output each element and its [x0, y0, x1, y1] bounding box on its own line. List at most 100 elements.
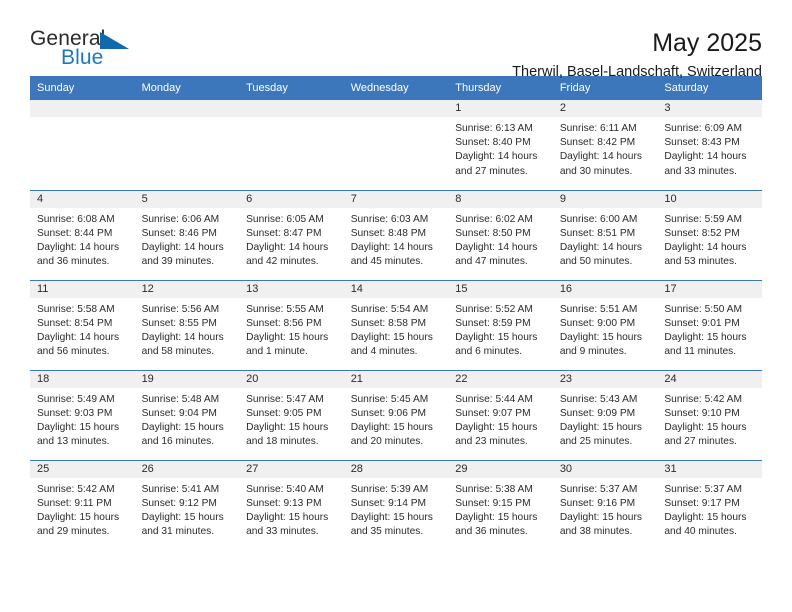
calendar-day-cell[interactable]: 9 Sunrise: 6:00 AM Sunset: 8:51 PM Daylight… [552, 189, 658, 280]
general-blue-logo[interactable]: General Blue [30, 28, 150, 74]
day-daylight1-text: Daylight: 15 hours [350, 331, 433, 343]
calendar-week-row: 11 Sunrise: 5:58 AM Sunset: 8:54 PM Dayligh… [30, 279, 762, 370]
day-daylight2-text: and 58 minutes. [141, 346, 215, 358]
calendar-day-cell[interactable]: 5 Sunrise: 6:06 AM Sunset: 8:46 PM Daylight… [134, 189, 240, 280]
weekday-header-sunday: Sunday [30, 76, 135, 100]
day-sunrise-text: Sunrise: 5:51 AM [559, 303, 638, 315]
calendar-day-cell[interactable]: 26 Sunrise: 5:41 AM Sunset: 9:12 PM Dayligh… [134, 459, 240, 550]
day-daylight1-text: Daylight: 15 hours [350, 511, 433, 523]
calendar-day-cell[interactable]: 30 Sunrise: 5:37 AM Sunset: 9:16 PM Dayligh… [552, 459, 658, 550]
day-daylight1-text: Daylight: 15 hours [37, 421, 120, 433]
day-number: 24 [657, 370, 762, 388]
day-number: 22 [448, 370, 553, 388]
day-sun-info: Sunrise: 6:06 AM Sunset: 8:46 PM Daylight:… [135, 208, 240, 270]
calendar-day-cell[interactable]: 2 Sunrise: 6:11 AM Sunset: 8:42 PM Daylight… [552, 100, 658, 190]
day-sun-info: Sunrise: 5:50 AM Sunset: 9:01 PM Daylight:… [657, 298, 762, 360]
calendar-day-cell[interactable]: 17 Sunrise: 5:50 AM Sunset: 9:01 PM Dayligh… [657, 279, 762, 370]
day-daylight1-text: Daylight: 15 hours [37, 511, 120, 523]
day-daylight1-text: Daylight: 15 hours [664, 421, 747, 433]
day-number: 9 [552, 190, 658, 208]
location-subtitle: Therwil, Basel-Landschaft, Switzerland [512, 64, 762, 81]
calendar-day-cell[interactable]: 13 Sunrise: 5:55 AM Sunset: 8:56 PM Dayligh… [239, 279, 344, 370]
day-sunrise-text: Sunrise: 5:49 AM [37, 393, 115, 405]
day-sunset-text: Sunset: 8:50 PM [455, 227, 531, 239]
day-daylight2-text: and 33 minutes. [664, 165, 737, 177]
day-sun-info: Sunrise: 5:41 AM Sunset: 9:12 PM Daylight:… [135, 478, 240, 540]
calendar-day-cell[interactable]: 4 Sunrise: 6:08 AM Sunset: 8:44 PM Daylight… [30, 189, 135, 280]
day-daylight2-text: and 27 minutes. [664, 436, 737, 448]
calendar-day-cell[interactable]: 31 Sunrise: 5:37 AM Sunset: 9:17 PM Dayligh… [657, 459, 762, 550]
day-daylight2-text: and 1 minute. [246, 346, 308, 358]
day-sunrise-text: Sunrise: 6:03 AM [350, 213, 429, 225]
calendar-day-cell[interactable]: 15 Sunrise: 5:52 AM Sunset: 8:59 PM Dayligh… [448, 279, 553, 370]
day-sunrise-text: Sunrise: 6:13 AM [455, 123, 533, 134]
calendar-day-cell[interactable]: 25 Sunrise: 5:42 AM Sunset: 9:11 PM Dayligh… [30, 459, 135, 550]
day-number [134, 100, 240, 117]
calendar-day-cell[interactable]: 11 Sunrise: 5:58 AM Sunset: 8:54 PM Dayligh… [30, 279, 135, 370]
calendar-day-cell[interactable]: 23 Sunrise: 5:43 AM Sunset: 9:09 PM Dayligh… [552, 369, 658, 460]
day-daylight1-text: Daylight: 14 hours [455, 241, 538, 253]
day-daylight2-text: and 29 minutes. [37, 526, 110, 538]
day-sunset-text: Sunset: 8:52 PM [664, 227, 740, 239]
day-sunrise-text: Sunrise: 5:44 AM [455, 393, 533, 405]
calendar-day-cell[interactable]: 24 Sunrise: 5:42 AM Sunset: 9:10 PM Dayligh… [657, 369, 762, 460]
day-daylight1-text: Daylight: 14 hours [37, 241, 120, 253]
day-sun-info: Sunrise: 6:03 AM Sunset: 8:48 PM Daylight:… [344, 208, 449, 270]
day-daylight2-text: and 45 minutes. [350, 256, 424, 268]
day-sunset-text: Sunset: 8:44 PM [37, 227, 113, 239]
calendar-day-cell[interactable]: 16 Sunrise: 5:51 AM Sunset: 9:00 PM Dayligh… [552, 279, 658, 370]
calendar-day-cell[interactable]: 22 Sunrise: 5:44 AM Sunset: 9:07 PM Dayligh… [448, 369, 553, 460]
calendar-day-cell[interactable]: 29 Sunrise: 5:38 AM Sunset: 9:15 PM Dayligh… [448, 459, 553, 550]
day-number: 21 [343, 370, 449, 388]
day-number: 11 [30, 280, 135, 298]
calendar-day-cell[interactable]: 3 Sunrise: 6:09 AM Sunset: 8:43 PM Daylight… [657, 100, 762, 190]
day-number: 10 [657, 190, 762, 208]
calendar-day-cell[interactable]: 10 Sunrise: 5:59 AM Sunset: 8:52 PM Dayligh… [657, 189, 762, 280]
calendar-day-cell[interactable]: 27 Sunrise: 5:40 AM Sunset: 9:13 PM Dayligh… [239, 459, 344, 550]
day-daylight1-text: Daylight: 15 hours [455, 421, 538, 433]
day-sun-info: Sunrise: 6:08 AM Sunset: 8:44 PM Daylight:… [30, 208, 135, 270]
day-sun-info: Sunrise: 5:44 AM Sunset: 9:07 PM Daylight:… [448, 388, 553, 450]
day-sunrise-text: Sunrise: 5:52 AM [455, 303, 533, 315]
day-daylight2-text: and 27 minutes. [455, 165, 528, 177]
calendar-day-cell[interactable]: 12 Sunrise: 5:56 AM Sunset: 8:55 PM Dayligh… [134, 279, 240, 370]
day-daylight2-text: and 20 minutes. [350, 436, 424, 448]
day-sunrise-text: Sunrise: 5:59 AM [664, 213, 742, 225]
day-sunrise-text: Sunrise: 5:37 AM [559, 483, 638, 495]
day-number: 1 [448, 100, 553, 117]
day-sunrise-text: Sunrise: 5:47 AM [246, 393, 324, 405]
day-sun-info: Sunrise: 5:59 AM Sunset: 8:52 PM Daylight:… [657, 208, 762, 270]
day-daylight1-text: Daylight: 14 hours [455, 151, 538, 163]
day-sunrise-text: Sunrise: 5:40 AM [246, 483, 324, 495]
day-number: 16 [552, 280, 658, 298]
day-number: 29 [448, 460, 553, 478]
day-number: 28 [343, 460, 449, 478]
day-sunset-text: Sunset: 8:48 PM [350, 227, 427, 239]
weekday-header-monday: Monday [134, 76, 240, 100]
calendar-day-cell[interactable]: 20 Sunrise: 5:47 AM Sunset: 9:05 PM Dayligh… [239, 369, 344, 460]
day-sunrise-text: Sunrise: 6:00 AM [559, 213, 638, 225]
day-sunrise-text: Sunrise: 5:39 AM [350, 483, 429, 495]
day-daylight1-text: Daylight: 14 hours [246, 241, 329, 253]
calendar-day-cell[interactable]: 1 Sunrise: 6:13 AM Sunset: 8:40 PM Daylight… [448, 100, 553, 190]
day-number: 26 [134, 460, 240, 478]
day-sunset-text: Sunset: 9:14 PM [350, 497, 427, 509]
sunrise-sunset-calendar: Sunday Monday Tuesday Wednesday Thursday… [30, 76, 762, 550]
calendar-day-cell[interactable]: 8 Sunrise: 6:02 AM Sunset: 8:50 PM Daylight… [448, 189, 553, 280]
calendar-day-cell[interactable]: 19 Sunrise: 5:48 AM Sunset: 9:04 PM Dayligh… [134, 369, 240, 460]
day-daylight2-text: and 50 minutes. [559, 256, 633, 268]
day-sunrise-text: Sunrise: 5:42 AM [664, 393, 742, 405]
calendar-week-row: 4 Sunrise: 6:08 AM Sunset: 8:44 PM Daylight… [30, 189, 762, 280]
day-sunrise-text: Sunrise: 5:38 AM [455, 483, 533, 495]
day-number: 3 [657, 100, 762, 117]
calendar-day-cell[interactable]: 21 Sunrise: 5:45 AM Sunset: 9:06 PM Dayligh… [343, 369, 449, 460]
day-sunset-text: Sunset: 8:59 PM [455, 317, 531, 329]
calendar-day-cell[interactable]: 28 Sunrise: 5:39 AM Sunset: 9:14 PM Dayligh… [343, 459, 449, 550]
day-sunrise-text: Sunrise: 5:50 AM [664, 303, 742, 315]
calendar-day-cell[interactable]: 7 Sunrise: 6:03 AM Sunset: 8:48 PM Daylight… [343, 189, 449, 280]
calendar-day-cell[interactable]: 6 Sunrise: 6:05 AM Sunset: 8:47 PM Daylight… [239, 189, 344, 280]
day-number: 8 [448, 190, 553, 208]
calendar-day-cell[interactable]: 14 Sunrise: 5:54 AM Sunset: 8:58 PM Dayligh… [343, 279, 449, 370]
day-number: 20 [239, 370, 344, 388]
calendar-day-cell[interactable]: 18 Sunrise: 5:49 AM Sunset: 9:03 PM Dayligh… [30, 369, 135, 460]
